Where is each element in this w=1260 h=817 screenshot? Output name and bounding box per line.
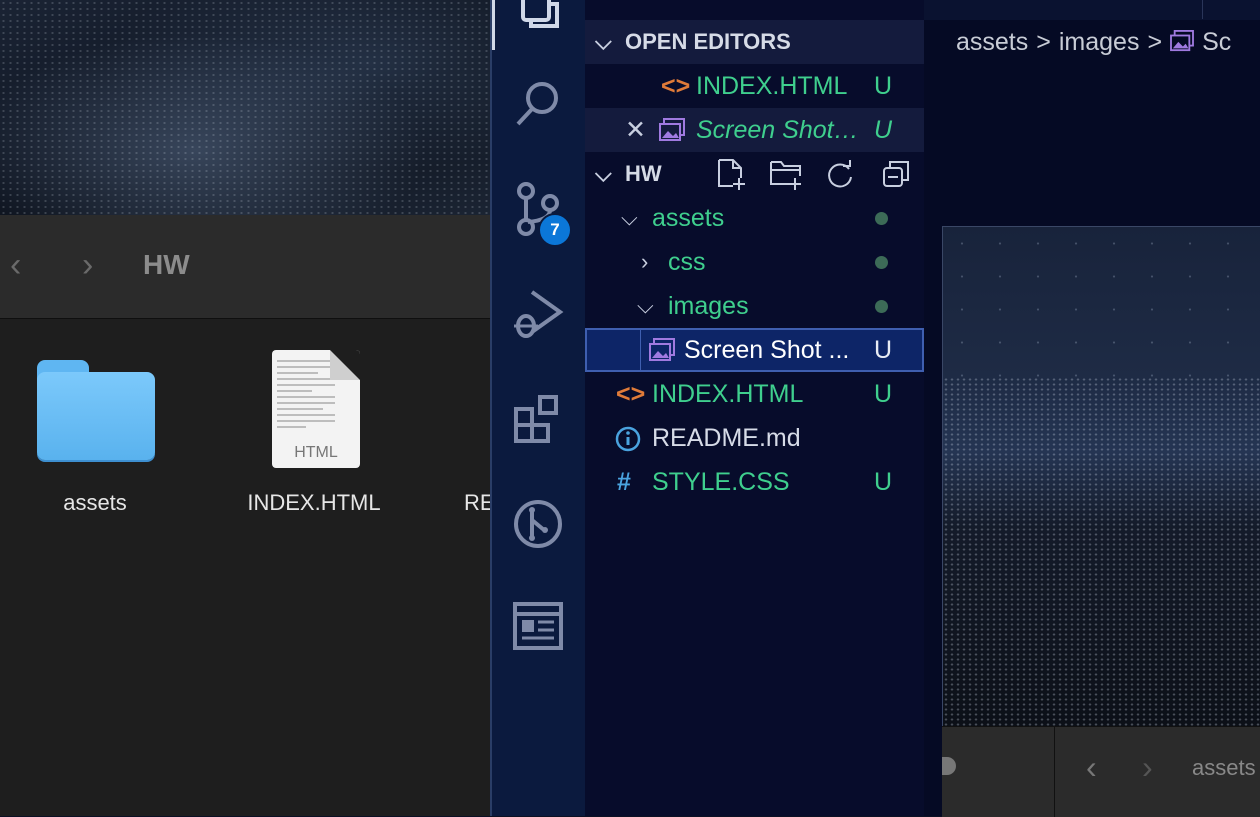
image-preview	[942, 226, 1260, 728]
extensions-icon[interactable]	[492, 385, 587, 445]
activity-bar: 7	[490, 0, 587, 816]
html-file-icon[interactable]: HTML	[272, 350, 360, 468]
breadcrumb-item[interactable]: images	[1059, 28, 1140, 56]
back-button[interactable]: ‹	[1086, 749, 1097, 786]
workspace-folder-header[interactable]: ⌵ HW	[585, 152, 924, 196]
status-badge: U	[874, 380, 893, 408]
finder-item-assets-label[interactable]: assets	[35, 490, 155, 516]
indent-guide	[640, 328, 641, 372]
new-file-icon[interactable]	[715, 158, 747, 190]
new-folder-icon[interactable]	[769, 158, 803, 190]
run-debug-icon[interactable]	[492, 280, 587, 340]
tree-item-label: Screen Shot ...	[684, 336, 850, 364]
tree-item-label: README.md	[652, 424, 801, 452]
finder-title: HW	[143, 249, 190, 280]
chevron-down-icon: ⌵	[621, 205, 638, 230]
forward-button[interactable]: ›	[1142, 749, 1153, 786]
breadcrumb-separator: >	[1036, 28, 1051, 56]
tree-item-readme[interactable]: README.md	[585, 416, 924, 460]
folder-icon[interactable]	[37, 360, 155, 460]
tree-item-style-css[interactable]: # STYLE.CSS U	[585, 460, 924, 504]
status-badge: U	[874, 468, 893, 496]
desktop-wallpaper	[0, 0, 490, 215]
explorer-icon[interactable]	[492, 0, 590, 50]
image-file-icon	[1170, 30, 1194, 52]
open-editor-index-html[interactable]: <> INDEX.HTML U	[585, 64, 924, 108]
tree-item-images[interactable]: ⌵ images	[585, 284, 924, 328]
finder-item-readme-label[interactable]: RE	[464, 490, 490, 516]
html-code-icon: <>	[616, 380, 646, 408]
tree-item-screenshot[interactable]: Screen Shot ... U	[585, 328, 924, 372]
modified-dot	[875, 256, 888, 269]
css-hash-icon: #	[617, 468, 631, 496]
tree-item-label: STYLE.CSS	[652, 468, 790, 496]
editor-tab[interactable]	[924, 0, 1203, 19]
modified-dot	[875, 212, 888, 225]
open-editor-label: INDEX.HTML	[696, 72, 848, 100]
tree-item-assets[interactable]: ⌵ assets	[585, 196, 924, 240]
editor-area: assets > images > Sc ‹ › assets	[924, 0, 1260, 817]
image-file-icon	[659, 118, 685, 141]
explorer-panel: ⌵ OPEN EDITORS <> INDEX.HTML U ✕ Screen …	[585, 0, 924, 816]
browser-preview-icon[interactable]	[492, 594, 587, 654]
tree-item-index-html[interactable]: <> INDEX.HTML U	[585, 372, 924, 416]
workspace-folder-title: HW	[625, 161, 662, 186]
finder-title: assets	[1192, 755, 1256, 780]
breadcrumb-item[interactable]: assets	[956, 28, 1028, 56]
source-control-icon[interactable]: 7	[492, 175, 587, 247]
git-graph-icon[interactable]	[492, 490, 587, 550]
editor-tab-strip	[924, 0, 1260, 20]
search-icon[interactable]	[492, 72, 587, 132]
chevron-down-icon: ⌵	[595, 161, 612, 186]
breadcrumb-separator: >	[1147, 28, 1163, 56]
info-icon	[615, 426, 641, 452]
open-editors-title: OPEN EDITORS	[625, 29, 791, 54]
refresh-icon[interactable]	[825, 160, 855, 190]
finder-item-index-label[interactable]: INDEX.HTML	[234, 490, 394, 516]
back-button[interactable]: ‹	[10, 245, 21, 285]
tree-item-label: INDEX.HTML	[652, 380, 804, 408]
window-control[interactable]	[942, 757, 956, 775]
breadcrumb-item[interactable]: Sc	[1202, 28, 1231, 56]
status-badge: U	[874, 336, 893, 364]
html-badge: HTML	[294, 444, 338, 461]
chevron-down-icon: ⌵	[637, 293, 654, 318]
status-badge: U	[874, 116, 893, 144]
finder-toolbar: ‹ › HW	[0, 215, 490, 319]
tree-item-css[interactable]: › css	[585, 240, 924, 284]
chevron-right-icon: ›	[641, 249, 649, 274]
collapse-all-icon[interactable]	[882, 160, 910, 188]
tree-item-label: images	[668, 292, 749, 320]
preview-finder-bar: ‹ › assets	[942, 726, 1260, 817]
open-editors-header[interactable]: ⌵ OPEN EDITORS	[585, 20, 924, 64]
tree-item-label: css	[668, 248, 706, 276]
image-file-icon	[649, 338, 675, 361]
source-control-badge: 7	[538, 213, 572, 247]
open-editor-screenshot[interactable]: ✕ Screen Shot… U	[585, 108, 924, 152]
forward-button[interactable]: ›	[82, 245, 93, 285]
tree-item-label: assets	[652, 204, 725, 232]
chevron-down-icon: ⌵	[595, 29, 612, 54]
breadcrumb: assets > images > Sc	[956, 28, 1239, 57]
html-code-icon: <>	[661, 72, 691, 100]
close-icon[interactable]: ✕	[625, 108, 646, 152]
open-editor-label: Screen Shot…	[696, 116, 859, 144]
modified-dot	[875, 300, 888, 313]
divider	[1054, 727, 1055, 817]
status-badge: U	[874, 72, 893, 100]
